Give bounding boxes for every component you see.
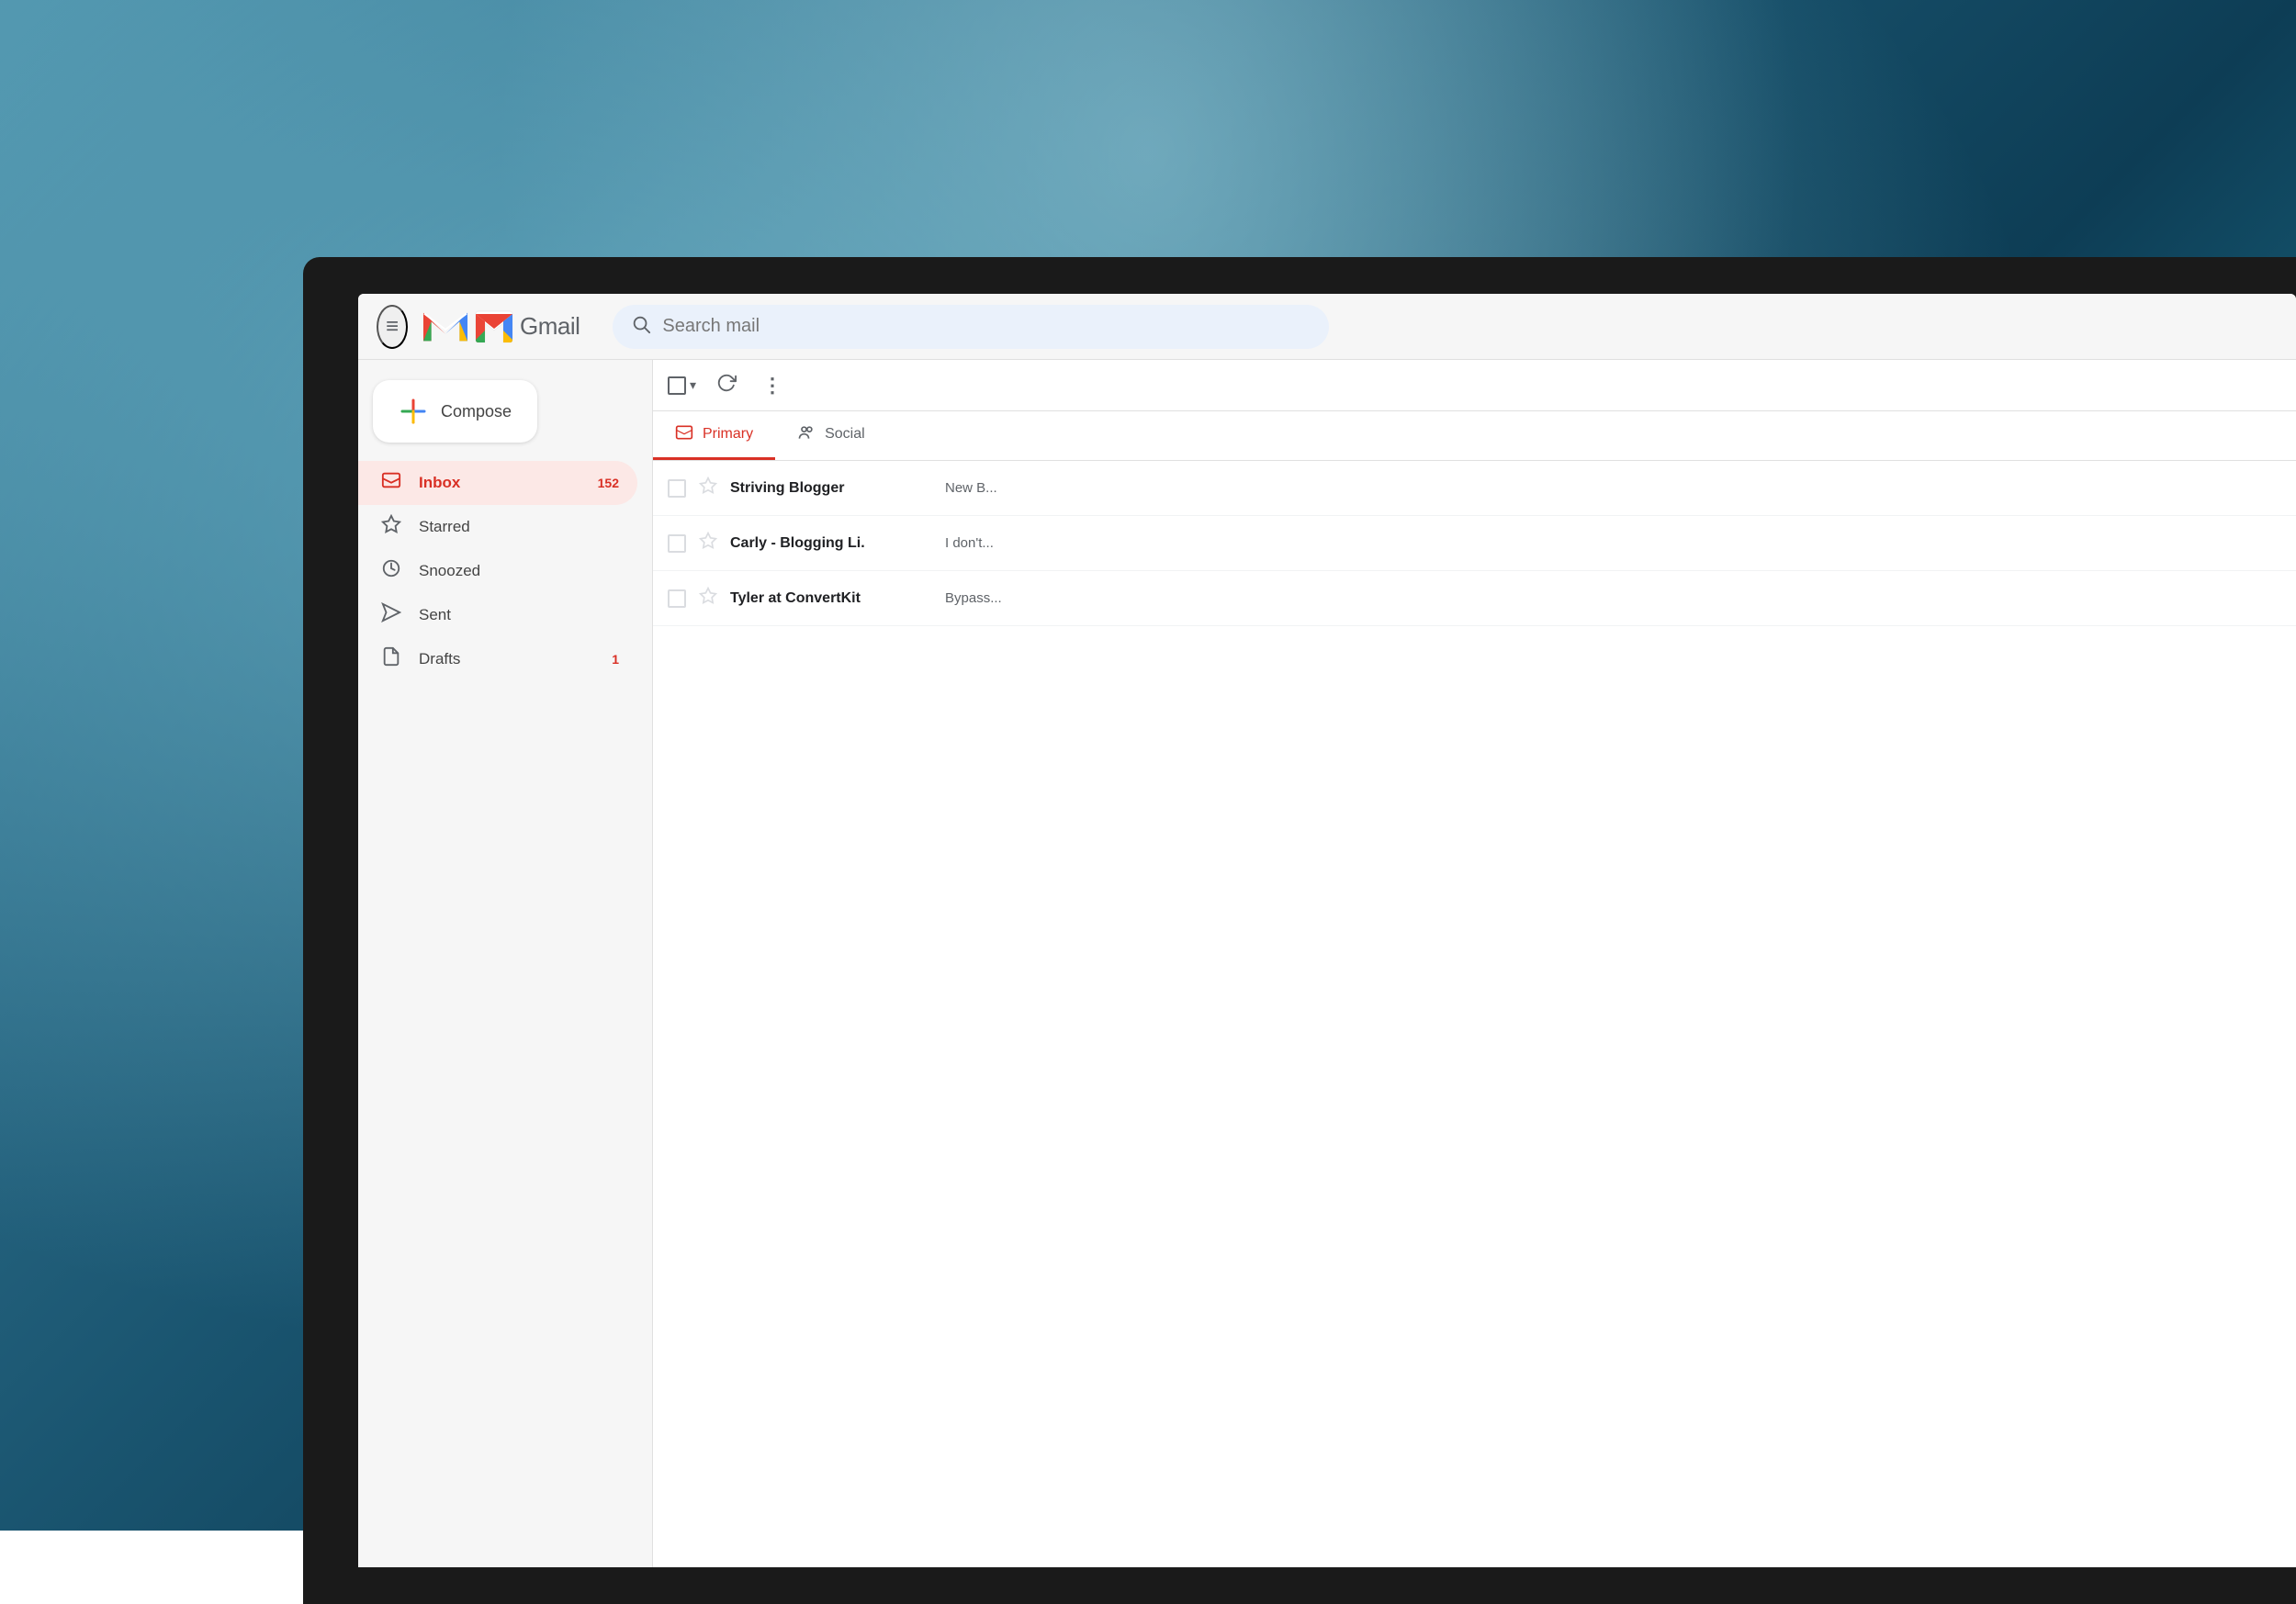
email-sender: Striving Blogger: [730, 480, 932, 497]
inbox-icon: [380, 470, 402, 496]
email-sender: Carly - Blogging Li.: [730, 535, 932, 552]
email-list: Striving Blogger New B... Carly - Bloggi…: [653, 461, 2296, 1567]
email-row[interactable]: Tyler at ConvertKit Bypass...: [653, 571, 2296, 626]
tab-primary[interactable]: Primary: [653, 411, 775, 460]
menu-button[interactable]: ≡: [377, 305, 408, 349]
gmail-logo: Gmail: [422, 308, 580, 345]
starred-icon: [380, 514, 402, 540]
more-options-button[interactable]: ⋮: [757, 368, 788, 403]
sidebar-item-starred[interactable]: Starred: [358, 505, 637, 549]
checkbox-square: [668, 376, 686, 395]
laptop-screen: ≡: [358, 294, 2296, 1567]
sidebar-item-sent[interactable]: Sent: [358, 593, 637, 637]
inbox-badge: 152: [598, 476, 619, 490]
star-icon[interactable]: [699, 532, 717, 555]
select-all-checkbox[interactable]: ▾: [668, 376, 696, 395]
social-tab-label: Social: [825, 426, 865, 443]
social-tab-icon: [797, 423, 816, 446]
compose-label: Compose: [441, 402, 512, 421]
drafts-label: Drafts: [419, 650, 460, 668]
search-bar[interactable]: Search mail: [613, 305, 1329, 349]
chevron-down-icon[interactable]: ▾: [690, 377, 696, 393]
gmail-body: Compose Inbox 152 Starred: [358, 360, 2296, 1567]
email-tabs: Primary Social: [653, 411, 2296, 461]
search-input[interactable]: Search mail: [662, 316, 1311, 337]
email-preview: New B...: [945, 480, 2281, 496]
email-checkbox[interactable]: [668, 589, 686, 608]
email-row[interactable]: Striving Blogger New B...: [653, 461, 2296, 516]
snoozed-label: Snoozed: [419, 562, 480, 580]
sidebar: Compose Inbox 152 Starred: [358, 360, 652, 1567]
sent-label: Sent: [419, 606, 451, 624]
gmail-logo-svg: [474, 310, 514, 343]
sidebar-item-snoozed[interactable]: Snoozed: [358, 549, 637, 593]
sidebar-item-inbox[interactable]: Inbox 152: [358, 461, 637, 505]
sidebar-item-drafts[interactable]: Drafts 1: [358, 637, 637, 681]
gmail-m-icon: [422, 308, 468, 345]
email-row[interactable]: Carly - Blogging Li. I don't...: [653, 516, 2296, 571]
email-area: ▾ ⋮ Primary: [652, 360, 2296, 1567]
tab-social[interactable]: Social: [775, 411, 887, 460]
compose-button[interactable]: Compose: [373, 380, 537, 443]
refresh-button[interactable]: [711, 367, 742, 404]
search-icon: [631, 314, 651, 340]
gmail-title: Gmail: [520, 312, 580, 341]
snoozed-icon: [380, 558, 402, 584]
drafts-icon: [380, 646, 402, 672]
email-checkbox[interactable]: [668, 479, 686, 498]
sent-icon: [380, 602, 402, 628]
primary-tab-icon: [675, 423, 693, 446]
star-icon[interactable]: [699, 477, 717, 500]
inbox-label: Inbox: [419, 474, 460, 492]
email-checkbox[interactable]: [668, 534, 686, 553]
email-toolbar: ▾ ⋮: [653, 360, 2296, 411]
vertical-dots-icon: ⋮: [762, 374, 782, 397]
gmail-app: ≡: [358, 294, 2296, 1567]
email-preview: Bypass...: [945, 590, 2281, 606]
email-sender: Tyler at ConvertKit: [730, 590, 932, 607]
compose-plus-icon: [399, 397, 428, 426]
email-preview: I don't...: [945, 535, 2281, 551]
primary-tab-label: Primary: [703, 426, 753, 443]
star-icon[interactable]: [699, 587, 717, 611]
gmail-header: ≡: [358, 294, 2296, 360]
starred-label: Starred: [419, 518, 470, 536]
drafts-badge: 1: [612, 652, 619, 667]
